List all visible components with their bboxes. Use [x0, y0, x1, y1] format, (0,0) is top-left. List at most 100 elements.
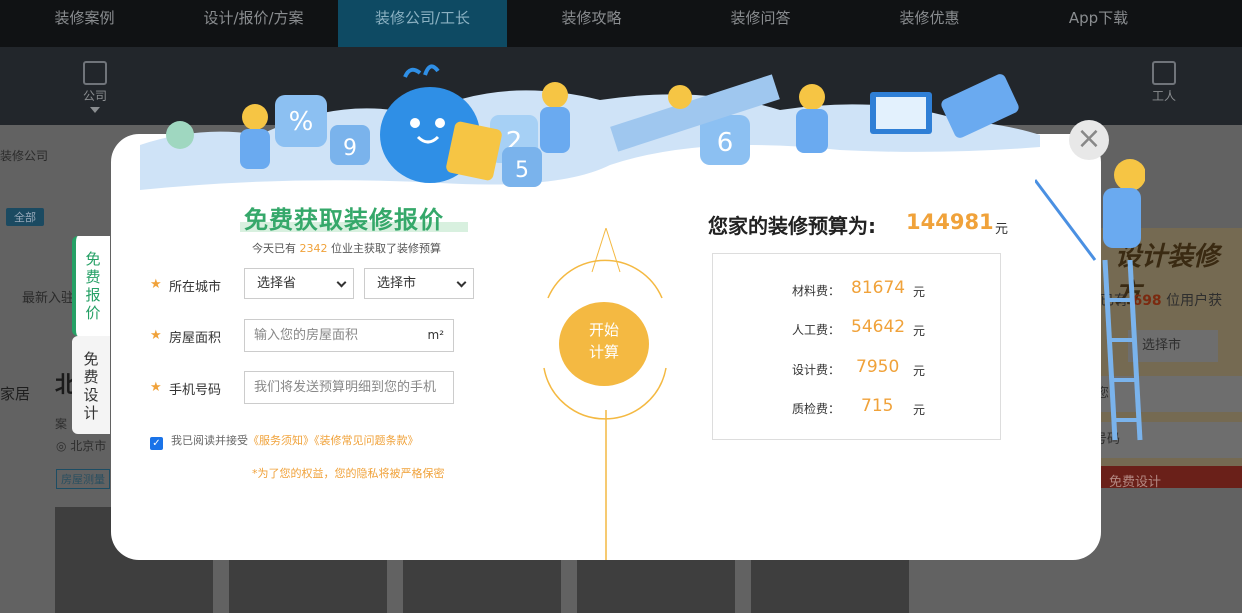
location-text: 北京市 — [70, 439, 107, 453]
area-unit: m² — [427, 328, 445, 342]
calc-divider — [543, 228, 667, 560]
worker-icon — [799, 84, 825, 110]
phone-label: 手机号码 — [169, 383, 222, 398]
nav-item-cases[interactable]: 装修案例 — [0, 0, 169, 47]
side-count-suffix: 位用户获 — [1166, 293, 1223, 309]
tab-free-quote[interactable]: 免 费 报 价 — [72, 236, 110, 336]
breakdown-unit: 元 — [913, 324, 926, 338]
tab-char: 免 — [83, 350, 99, 368]
breakdown-row: 设计费： 7950 元 — [713, 357, 1002, 381]
company-location: ◎ 北京市 — [56, 439, 107, 453]
dropdown-arrow-icon — [90, 107, 100, 113]
start-calculate-button[interactable]: 开始 计算 — [559, 302, 649, 386]
top-navigation: 装修案例 设计/报价/方案 装修公司/工长 装修攻略 装修问答 装修优惠 App… — [0, 0, 1242, 47]
breakdown-unit: 元 — [913, 364, 926, 378]
required-star: ★ — [150, 380, 162, 395]
filter-tag-all[interactable]: 全部 — [6, 208, 44, 226]
building-icon — [83, 61, 107, 85]
service-notice-link[interactable]: 《服务须知》 — [248, 434, 314, 447]
agree-checkbox[interactable]: ✓ — [150, 437, 163, 450]
required-star: ★ — [150, 328, 162, 343]
province-select-value: 选择省 — [257, 276, 297, 291]
form-subtitle: 今天已有 2342 位业主获取了装修预算 — [252, 240, 441, 256]
company-logo: 家居 — [0, 385, 31, 403]
subtitle-prefix: 今天已有 — [252, 242, 296, 255]
svg-text:%: % — [289, 107, 314, 137]
area-input[interactable]: 输入您的房屋面积 m² — [244, 319, 454, 352]
tools-icon — [1152, 61, 1176, 85]
subtitle-count: 2342 — [299, 242, 328, 255]
service-tag: 房屋测量 — [56, 469, 110, 489]
city-label: 所在城市 — [169, 280, 222, 295]
breakdown-value: 7950 — [856, 357, 900, 377]
form-title: 免费获取装修报价 — [244, 206, 444, 234]
nav-item-qa[interactable]: 装修问答 — [676, 0, 845, 47]
subnav-company-label: 公司 — [82, 89, 107, 103]
area-label: 房屋面积 — [169, 331, 222, 346]
tab-char: 免 — [85, 250, 101, 268]
start-button-line1: 开始 — [588, 321, 619, 339]
city-select[interactable]: 选择市 — [364, 268, 474, 299]
agree-text: 我已阅读并接受 — [171, 434, 248, 447]
tab-char: 设 — [83, 386, 99, 404]
tab-free-design[interactable]: 免 费 设 计 — [72, 336, 110, 434]
result-unit: 元 — [995, 222, 1009, 237]
worker-icon — [242, 104, 268, 130]
privacy-note: *为了您的权益，您的隐私将被严格保密 — [252, 467, 445, 480]
start-button-line2: 计算 — [588, 343, 619, 361]
province-select[interactable]: 选择省 — [244, 268, 354, 299]
nav-item-app-download[interactable]: App下载 — [1014, 0, 1183, 47]
phone-input[interactable]: 我们将发送预算明细到您的手机 — [244, 371, 454, 404]
subnav-worker-label: 工人 — [1151, 89, 1176, 103]
required-star: ★ — [150, 277, 162, 292]
close-icon: × — [1076, 121, 1102, 156]
svg-text:6: 6 — [717, 128, 734, 158]
tab-char: 报 — [85, 286, 101, 304]
agreement-row: ✓ 我已阅读并接受《服务须知》《装修常见问题条款》 — [150, 432, 419, 450]
nav-item-offers[interactable]: 装修优惠 — [845, 0, 1014, 47]
breakdown-row: 质检费： 715 元 — [713, 396, 1002, 420]
faq-terms-link[interactable]: 《装修常见问题条款》 — [314, 434, 419, 447]
ladder-worker-illustration — [1035, 159, 1145, 441]
breakdown-label: 人工费： — [791, 323, 840, 337]
area-placeholder: 输入您的房屋面积 — [254, 328, 359, 343]
breakdown-value: 81674 — [851, 278, 906, 298]
company-subtext: 案 — [55, 417, 68, 431]
nav-item-guides[interactable]: 装修攻略 — [507, 0, 676, 47]
plant-icon — [166, 121, 194, 149]
result-title: 您家的装修预算为: — [708, 214, 876, 238]
banner-illustration: % 9 2 5 6 — [140, 64, 1040, 190]
chevron-down-icon — [456, 277, 467, 288]
worker-icon — [542, 82, 568, 108]
tab-char: 费 — [83, 368, 99, 386]
svg-text:5: 5 — [515, 158, 529, 183]
city-select-value: 选择市 — [377, 276, 417, 291]
breadcrumb: 装修公司 — [0, 149, 49, 163]
tab-char: 价 — [85, 304, 101, 322]
result-breakdown: 材料费： 81674 元 人工费： 54642 元 设计费： 7950 元 质检… — [712, 253, 1001, 440]
breakdown-unit: 元 — [913, 285, 926, 299]
subnav-company[interactable]: 公司 — [65, 61, 125, 113]
breakdown-value: 715 — [861, 396, 894, 416]
tab-char: 费 — [85, 268, 101, 286]
tab-char: 计 — [83, 404, 99, 422]
close-modal-button[interactable]: × — [1069, 120, 1109, 160]
breakdown-label: 材料费： — [791, 284, 840, 298]
worker-icon — [1114, 159, 1145, 191]
chevron-down-icon — [336, 277, 347, 288]
nav-item-companies[interactable]: 装修公司/工长 — [338, 0, 507, 47]
breakdown-value: 54642 — [851, 317, 906, 337]
breakdown-row: 材料费： 81674 元 — [713, 278, 1002, 302]
subnav-worker[interactable]: 工人 — [1134, 61, 1194, 104]
breakdown-label: 质检费： — [791, 402, 840, 416]
svg-text:9: 9 — [343, 136, 357, 161]
subtitle-suffix: 位业主获取了装修预算 — [331, 242, 441, 255]
worker-icon — [668, 85, 692, 109]
sort-newest[interactable]: 最新入驻 — [22, 287, 74, 306]
result-total: 144981 — [906, 210, 994, 234]
phone-placeholder: 我们将发送预算明细到您的手机 — [254, 380, 437, 395]
breakdown-label: 设计费： — [791, 363, 840, 377]
nav-item-design-quote[interactable]: 设计/报价/方案 — [169, 0, 338, 47]
breakdown-unit: 元 — [913, 403, 926, 417]
breakdown-row: 人工费： 54642 元 — [713, 317, 1002, 341]
